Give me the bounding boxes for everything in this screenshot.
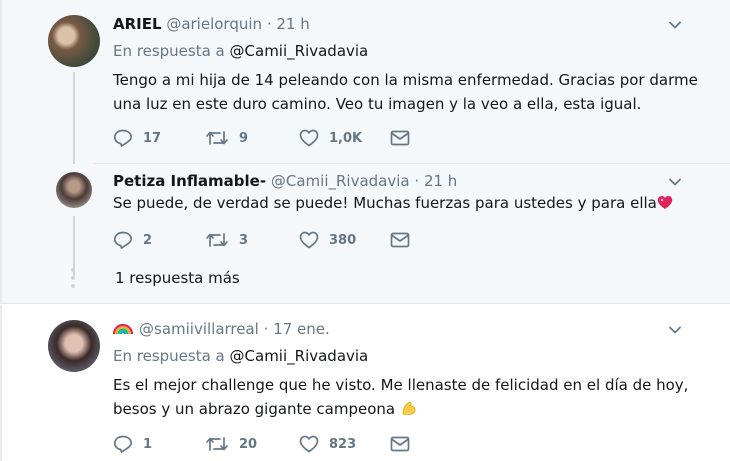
heart-icon: [299, 435, 319, 453]
avatar-ariel[interactable]: [48, 15, 100, 67]
like-count: 823: [329, 436, 357, 452]
left-edge-line: [0, 0, 2, 303]
tweet-header: @samiivillarreal · 17 ene.: [139, 320, 330, 338]
separator: ·: [266, 15, 272, 33]
tweet-text: Tengo a mi hija de 14 peleando con la mi…: [113, 68, 698, 116]
envelope-icon: [390, 130, 410, 146]
like-button[interactable]: 823: [299, 434, 356, 454]
chevron-down-icon[interactable]: [668, 18, 682, 32]
avatar-petiza[interactable]: [56, 172, 92, 208]
conversation-thread: ARIEL @arielorquin · 21 h En respuesta a…: [0, 0, 730, 304]
tweet-text-line: Se puede, de verdad se puede! Muchas fue…: [113, 194, 657, 212]
thread-connector-line: [73, 72, 75, 164]
tweet-header: Petiza Inflamable- @Camii_Rivadavia · 21…: [113, 172, 457, 190]
avatar-samiivillarreal[interactable]: [48, 320, 100, 372]
reply-button[interactable]: 1: [113, 434, 152, 454]
username-handle[interactable]: @samiivillarreal: [139, 320, 259, 338]
sparkling-heart-icon: [657, 193, 673, 209]
display-name[interactable]: Petiza Inflamable-: [113, 172, 266, 190]
retweet-icon: [206, 131, 228, 145]
retweet-count: 20: [239, 436, 258, 452]
like-count: 380: [329, 232, 357, 248]
envelope-icon: [390, 436, 410, 452]
reply-count: 2: [143, 232, 153, 248]
reply-to-mention[interactable]: @Camii_Rivadavia: [230, 42, 369, 60]
direct-message-button[interactable]: [390, 230, 420, 250]
reply-context: En respuesta a @Camii_Rivadavia: [113, 347, 368, 365]
tweet-text: Es el mejor challenge que he visto. Me l…: [113, 373, 688, 421]
tweet-divider: [94, 163, 730, 164]
tweet-text-line: Es el mejor challenge que he visto. Me l…: [113, 376, 689, 394]
reply-count: 1: [143, 436, 153, 452]
retweet-icon: [206, 233, 228, 247]
thread-connector-line: [73, 216, 75, 276]
reply-count: 17: [143, 130, 162, 146]
retweet-button[interactable]: 9: [205, 128, 248, 148]
reply-prefix: En respuesta a: [113, 42, 225, 60]
display-name[interactable]: ARIEL: [113, 15, 162, 33]
chevron-down-icon[interactable]: [668, 323, 682, 337]
tweet-text-line: besos y un abrazo gigante campeona: [113, 400, 396, 418]
like-button[interactable]: 1,0K: [299, 128, 362, 148]
direct-message-button[interactable]: [390, 128, 420, 148]
heart-icon: [299, 231, 319, 249]
username-handle[interactable]: @Camii_Rivadavia: [271, 172, 410, 190]
separator: ·: [263, 320, 269, 338]
tweet-text: Se puede, de verdad se puede! Muchas fue…: [113, 191, 673, 215]
retweet-icon: [206, 437, 228, 451]
rainbow-icon: [112, 318, 134, 338]
tweet-text-line: una luz en este duro camino. Veo tu imag…: [113, 95, 642, 113]
tweet-timestamp[interactable]: 17 ene.: [273, 320, 330, 338]
flexed-biceps-icon: [400, 399, 418, 417]
chevron-down-icon[interactable]: [668, 175, 682, 189]
tweet-actions: 2 3 380: [113, 230, 413, 250]
reply-icon: [113, 435, 133, 453]
tweet-actions: 1 20 823: [113, 434, 413, 454]
tweet-header: ARIEL @arielorquin · 21 h: [113, 15, 310, 33]
tweet-timestamp[interactable]: 21 h: [276, 15, 309, 33]
left-edge-line: [0, 305, 2, 461]
retweet-button[interactable]: 3: [205, 230, 248, 250]
reply-icon: [113, 129, 133, 147]
like-count: 1,0K: [329, 130, 363, 146]
tweet-timestamp[interactable]: 21 h: [424, 172, 457, 190]
heart-icon: [299, 129, 319, 147]
show-more-replies-link[interactable]: 1 respuesta más: [115, 269, 240, 287]
reply-button[interactable]: 2: [113, 230, 152, 250]
reply-to-mention[interactable]: @Camii_Rivadavia: [230, 347, 369, 365]
more-replies-dots-icon: [70, 268, 76, 292]
direct-message-button[interactable]: [390, 434, 420, 454]
reply-context: En respuesta a @Camii_Rivadavia: [113, 42, 368, 60]
reply-button[interactable]: 17: [113, 128, 161, 148]
reply-icon: [113, 231, 133, 249]
retweet-button[interactable]: 20: [205, 434, 257, 454]
retweet-count: 9: [239, 130, 249, 146]
separator: ·: [414, 172, 420, 190]
tweet-text-line: Tengo a mi hija de 14 peleando con la mi…: [113, 71, 698, 89]
envelope-icon: [390, 232, 410, 248]
username-handle[interactable]: @arielorquin: [166, 15, 262, 33]
tweet-actions: 17 9 1,0K: [113, 128, 413, 148]
reply-prefix: En respuesta a: [113, 347, 225, 365]
retweet-count: 3: [239, 232, 249, 248]
like-button[interactable]: 380: [299, 230, 356, 250]
